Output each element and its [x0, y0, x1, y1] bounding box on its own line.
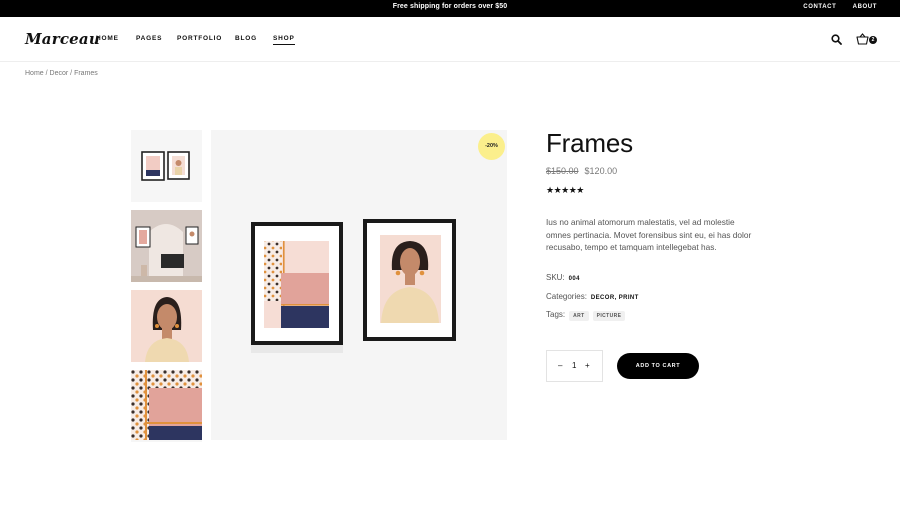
framed-prints-image [211, 130, 507, 440]
breadcrumb: Home / Decor / Frames [25, 70, 98, 77]
cart-icon[interactable] [856, 33, 869, 45]
original-price: $150.00 [546, 166, 579, 176]
announcement-bar: Free shipping for orders over $50 CONTAC… [0, 0, 900, 17]
quantity-stepper: – 1 + [546, 350, 603, 382]
thumbnail-4[interactable] [131, 370, 202, 442]
main-product-image[interactable] [211, 130, 507, 440]
nav-pages[interactable]: PAGES [136, 35, 162, 42]
site-logo[interactable]: Marceau [25, 30, 100, 48]
site-header: Marceau HOME PAGES PORTFOLIO BLOG SHOP 2 [0, 17, 900, 62]
about-link[interactable]: ABOUT [853, 4, 877, 10]
sku-row: SKU: 004 [546, 273, 580, 282]
thumbnail-2[interactable] [131, 210, 202, 282]
sku-label: SKU: [546, 273, 565, 282]
breadcrumb-decor[interactable]: Decor [50, 70, 69, 77]
nav-blog[interactable]: BLOG [235, 35, 257, 42]
room-scene-thumbnail-image [131, 210, 202, 282]
sale-price: $120.00 [584, 166, 618, 176]
thumbnail-3[interactable] [131, 290, 202, 362]
quantity-increase-button[interactable]: + [585, 361, 590, 370]
portrait-thumbnail-image [131, 290, 202, 362]
quantity-value[interactable]: 1 [572, 361, 576, 370]
abstract-print-thumbnail-image [131, 370, 202, 440]
search-icon[interactable] [831, 34, 842, 45]
shipping-promo: Free shipping for orders over $50 [392, 3, 508, 10]
product-description: Ius no animal atomorum malestatis, vel a… [546, 217, 752, 252]
product-title: Frames [546, 128, 633, 158]
top-links: CONTACT ABOUT [789, 4, 877, 10]
nav-shop[interactable]: SHOP [273, 35, 295, 45]
tag-picture[interactable]: PICTURE [592, 311, 626, 321]
cart-count-badge: 2 [869, 36, 877, 44]
two-frames-thumbnail-image [131, 130, 202, 202]
quantity-decrease-button[interactable]: – [558, 361, 562, 370]
categories-value[interactable]: DECOR, PRINT [591, 295, 639, 301]
nav-portfolio[interactable]: PORTFOLIO [177, 35, 222, 42]
tags-row: Tags: ART PICTURE [546, 310, 626, 321]
product-price: $150.00 $120.00 [546, 166, 617, 176]
star-rating: ★★★★★ [546, 185, 584, 195]
categories-row: Categories: DECOR, PRINT [546, 292, 639, 301]
add-to-cart-button[interactable]: ADD TO CART [617, 353, 699, 379]
breadcrumb-current: Frames [74, 70, 98, 77]
categories-label: Categories: [546, 292, 587, 301]
tags-label: Tags: [546, 310, 566, 319]
thumbnail-1[interactable] [131, 130, 202, 202]
tag-art[interactable]: ART [569, 311, 589, 321]
breadcrumb-home[interactable]: Home [25, 70, 44, 77]
contact-link[interactable]: CONTACT [803, 4, 836, 10]
sale-badge: -20% [478, 133, 505, 160]
nav-home[interactable]: HOME [96, 35, 119, 42]
sku-value: 004 [568, 276, 580, 282]
